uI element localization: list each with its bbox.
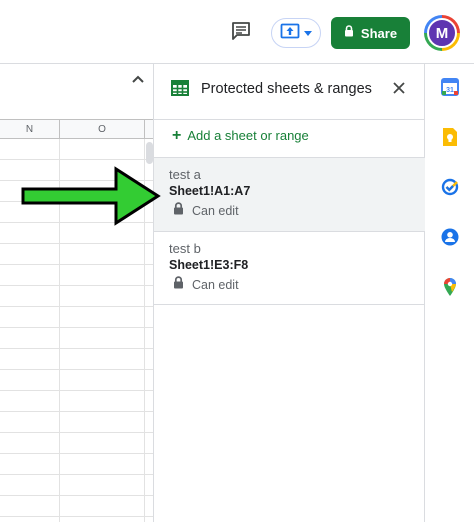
range-permission: Can edit xyxy=(173,276,239,294)
range-description: test a xyxy=(169,167,201,182)
top-toolbar: Share M xyxy=(0,0,474,64)
range-reference: Sheet1!E3:F8 xyxy=(169,258,249,272)
side-apps-rail: 31 xyxy=(426,64,474,522)
keep-icon[interactable] xyxy=(439,126,461,148)
tasks-icon[interactable] xyxy=(439,176,461,198)
permission-label: Can edit xyxy=(192,204,239,218)
divider xyxy=(154,119,425,120)
svg-text:31: 31 xyxy=(446,87,454,94)
share-label: Share xyxy=(360,25,398,41)
plus-icon: + xyxy=(172,126,182,144)
maps-icon[interactable] xyxy=(439,276,461,298)
lock-icon xyxy=(173,276,184,294)
add-range-label: Add a sheet or range xyxy=(187,128,309,143)
column-header-n[interactable]: N xyxy=(0,120,60,138)
permission-label: Can edit xyxy=(192,278,239,292)
range-permission: Can edit xyxy=(173,202,239,220)
present-icon xyxy=(280,23,300,44)
divider xyxy=(154,304,425,305)
sheets-table-icon xyxy=(171,80,189,101)
present-button[interactable] xyxy=(271,18,321,48)
collapse-menus-button[interactable] xyxy=(130,72,146,86)
avatar: M xyxy=(427,18,457,48)
chevron-down-icon xyxy=(304,24,312,42)
protected-range-item[interactable]: test a Sheet1!A1:A7 Can edit xyxy=(154,157,425,231)
add-sheet-or-range-button[interactable]: + Add a sheet or range xyxy=(172,126,309,144)
comment-icon xyxy=(231,21,251,45)
panel-title: Protected sheets & ranges xyxy=(201,81,372,97)
range-reference: Sheet1!A1:A7 xyxy=(169,184,251,198)
contacts-icon[interactable] xyxy=(439,226,461,248)
protected-range-item[interactable]: test b Sheet1!E3:F8 Can edit xyxy=(154,231,425,305)
close-icon xyxy=(393,81,405,99)
account-avatar-button[interactable]: M xyxy=(424,15,460,51)
spreadsheet-grid-area: N O xyxy=(0,64,154,522)
column-header-row: N O xyxy=(0,119,153,139)
comment-history-button[interactable] xyxy=(226,20,256,46)
range-description: test b xyxy=(169,241,201,256)
lock-icon xyxy=(344,24,354,42)
column-header-o[interactable]: O xyxy=(60,120,145,138)
close-panel-button[interactable] xyxy=(390,81,408,99)
calendar-icon[interactable]: 31 xyxy=(439,76,461,98)
share-button[interactable]: Share xyxy=(331,17,410,49)
lock-icon xyxy=(173,202,184,220)
vertical-scrollbar[interactable] xyxy=(146,142,153,164)
protected-ranges-panel: Protected sheets & ranges + Add a sheet … xyxy=(154,64,425,522)
annotation-arrow xyxy=(20,165,162,232)
panel-header: Protected sheets & ranges xyxy=(154,64,425,114)
